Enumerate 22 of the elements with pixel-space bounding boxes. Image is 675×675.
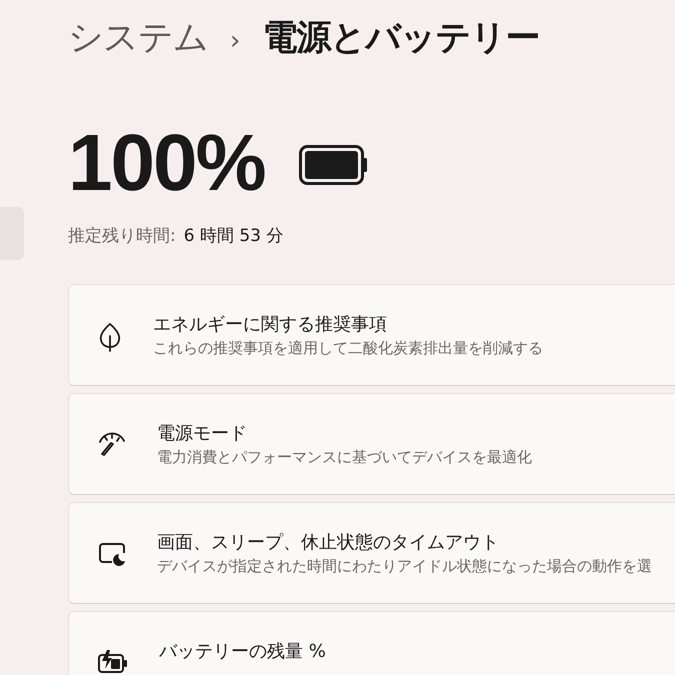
battery-percentage: 100% [68, 117, 265, 209]
setting-description: デバイスが指定された時間にわたりアイドル状態になった場合の動作を選 [157, 557, 652, 576]
estimate-label: 推定残り時間: [68, 225, 176, 248]
gauge-icon [97, 431, 127, 457]
setting-title: 電源モード [157, 422, 248, 445]
estimate-value: 6 時間 53 分 [184, 225, 284, 248]
breadcrumb-link[interactable]: システム [68, 14, 208, 61]
leaf-icon [97, 322, 123, 352]
battery-bolt-icon [97, 649, 129, 675]
setting-title: バッテリーの残量 % [159, 640, 326, 663]
setting-title: エネルギーに関する推奨事項 [153, 313, 388, 336]
settings-card[interactable]: バッテリーの残量 % [68, 611, 675, 675]
settings-card[interactable]: 画面、スリープ、休止状態のタイムアウト デバイスが指定された時間にわたりアイドル状態になった場合の動作を選 [68, 502, 675, 604]
settings-card[interactable]: 電源モード 電力消費とパフォーマンスに基づいてデバイスを最適化 [68, 393, 675, 495]
setting-description: これらの推奨事項を適用して二酸化炭素排出量を削減する [153, 339, 543, 358]
setting-description: 電力消費とパフォーマンスに基づいてデバイスを最適化 [157, 448, 532, 467]
settings-card[interactable]: エネルギーに関する推奨事項 これらの推奨事項を適用して二酸化炭素排出量を削減する [68, 284, 675, 386]
breadcrumb-separator: › [230, 26, 240, 56]
battery-icon [298, 145, 369, 185]
setting-title: 画面、スリープ、休止状態のタイムアウト [157, 531, 500, 554]
page-title: 電源とバッテリー [262, 17, 540, 60]
screen-moon-icon [97, 540, 127, 568]
